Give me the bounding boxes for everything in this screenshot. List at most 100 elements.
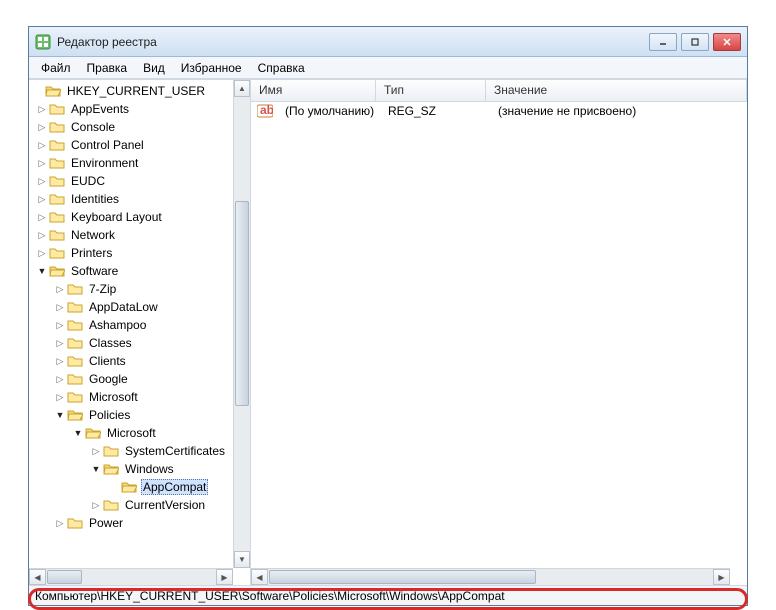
expand-icon[interactable]: ▷	[55, 302, 65, 313]
maximize-button[interactable]	[681, 33, 709, 51]
expand-icon[interactable]: ▷	[37, 194, 47, 205]
tree-label: Network	[69, 228, 117, 242]
tree-node[interactable]: ▷Identities	[29, 190, 250, 208]
scroll-down-button[interactable]: ▼	[234, 551, 250, 568]
scroll-left-button[interactable]: ◀	[251, 569, 268, 585]
menu-view[interactable]: Вид	[135, 59, 173, 77]
scroll-right-button[interactable]: ▶	[713, 569, 730, 585]
tree-node[interactable]: ▷ AppDataLow	[29, 298, 250, 316]
regedit-icon	[35, 34, 51, 50]
tree-label: SystemCertificates	[123, 444, 227, 458]
tree-label: Power	[87, 516, 125, 530]
tree-hscrollbar[interactable]: ◀ ▶	[29, 568, 233, 585]
tree-node[interactable]: ▼Software	[29, 262, 250, 280]
svg-text:ab: ab	[260, 104, 273, 117]
tree-node[interactable]: ▷Environment	[29, 154, 250, 172]
expand-icon[interactable]: ▷	[37, 140, 47, 151]
list-body[interactable]: ab (По умолчанию) REG_SZ (значение не пр…	[251, 102, 747, 585]
tree-label: Microsoft	[105, 426, 158, 440]
list-pane: Имя Тип Значение ab (По умолчанию) REG_S…	[251, 80, 747, 585]
cell-type: REG_SZ	[380, 104, 490, 118]
tree-node[interactable]: ▷ Network	[29, 226, 250, 244]
col-value[interactable]: Значение	[486, 80, 747, 101]
tree-node[interactable]: ▼Policies	[29, 406, 250, 424]
tree-pane: ▷HKEY_CURRENT_USER▷AppEvents▷Console▷Con…	[29, 80, 251, 585]
expand-icon[interactable]: ▷	[55, 518, 65, 529]
tree-vscrollbar[interactable]: ▲ ▼	[233, 80, 250, 568]
tree-node[interactable]: ▷Microsoft	[29, 388, 250, 406]
tree-node[interactable]: ▷AppCompat	[29, 478, 250, 496]
expand-icon[interactable]: ▷	[37, 230, 47, 241]
expand-icon[interactable]: ▷	[37, 122, 47, 133]
tree-node[interactable]: ▷ Control Panel	[29, 136, 250, 154]
col-type[interactable]: Тип	[376, 80, 486, 101]
tree-node[interactable]: ▷Printers	[29, 244, 250, 262]
tree-node[interactable]: ▷ Clients	[29, 352, 250, 370]
tree-node[interactable]: ▷ EUDC	[29, 172, 250, 190]
scroll-left-button[interactable]: ◀	[29, 569, 46, 585]
menu-help[interactable]: Справка	[250, 59, 313, 77]
tree-node[interactable]: ▷ Ashampoo	[29, 316, 250, 334]
tree-label: Ashampoo	[87, 318, 148, 332]
cell-name: (По умолчанию)	[277, 104, 380, 118]
tree-label: AppCompat	[141, 479, 208, 495]
tree-node[interactable]: ▷Google	[29, 370, 250, 388]
list-hscroll-thumb[interactable]	[269, 570, 536, 584]
expand-icon[interactable]: ▷	[91, 446, 101, 457]
tree-node[interactable]: ▷ Power	[29, 514, 250, 532]
tree-label: AppDataLow	[87, 300, 160, 314]
tree-node[interactable]: ▼ Microsoft	[29, 424, 250, 442]
expand-icon[interactable]: ▷	[55, 356, 65, 367]
tree-node[interactable]: ▼Windows	[29, 460, 250, 478]
regedit-window: Редактор реестра Файл Правка Вид Избранн…	[28, 26, 748, 606]
status-path: Компьютер\HKEY_CURRENT_USER\Software\Pol…	[35, 589, 505, 603]
expand-icon[interactable]: ▷	[55, 320, 65, 331]
window-buttons	[649, 33, 741, 51]
tree-label: AppEvents	[69, 102, 131, 116]
expand-icon[interactable]: ▷	[55, 338, 65, 349]
menu-favorites[interactable]: Избранное	[173, 59, 250, 77]
tree-node[interactable]: ▷Console	[29, 118, 250, 136]
menu-edit[interactable]: Правка	[79, 59, 136, 77]
titlebar[interactable]: Редактор реестра	[29, 27, 747, 57]
tree-node[interactable]: ▷ Classes	[29, 334, 250, 352]
tree-node[interactable]: ▷ Keyboard Layout	[29, 208, 250, 226]
tree-label: HKEY_CURRENT_USER	[65, 84, 207, 98]
collapse-icon[interactable]: ▼	[55, 410, 65, 420]
expand-icon[interactable]: ▷	[55, 392, 65, 403]
menu-file[interactable]: Файл	[33, 59, 79, 77]
col-name[interactable]: Имя	[251, 80, 376, 101]
tree-node[interactable]: ▷CurrentVersion	[29, 496, 250, 514]
expand-icon[interactable]: ▷	[37, 104, 47, 115]
scroll-right-button[interactable]: ▶	[216, 569, 233, 585]
expand-icon[interactable]: ▷	[37, 158, 47, 169]
tree-label: Clients	[87, 354, 128, 368]
minimize-button[interactable]	[649, 33, 677, 51]
expand-icon[interactable]: ▷	[91, 500, 101, 511]
scroll-up-button[interactable]: ▲	[234, 80, 250, 97]
close-button[interactable]	[713, 33, 741, 51]
expand-icon[interactable]: ▷	[37, 176, 47, 187]
window-title: Редактор реестра	[57, 35, 649, 49]
expand-icon[interactable]: ▷	[55, 284, 65, 295]
tree-node[interactable]: ▷HKEY_CURRENT_USER	[29, 82, 250, 100]
tree-label: Keyboard Layout	[69, 210, 164, 224]
expand-icon[interactable]: ▷	[37, 248, 47, 259]
list-row[interactable]: ab (По умолчанию) REG_SZ (значение не пр…	[251, 102, 747, 120]
tree-hscroll-thumb[interactable]	[47, 570, 82, 584]
tree-vscroll-thumb[interactable]	[235, 201, 249, 405]
cell-value: (значение не присвоено)	[490, 104, 747, 118]
expand-icon[interactable]: ▷	[37, 212, 47, 223]
tree-body[interactable]: ▷HKEY_CURRENT_USER▷AppEvents▷Console▷Con…	[29, 80, 250, 585]
tree-label: Control Panel	[69, 138, 146, 152]
collapse-icon[interactable]: ▼	[73, 428, 83, 438]
tree-label: Classes	[87, 336, 134, 350]
tree-label: EUDC	[69, 174, 107, 188]
expand-icon[interactable]: ▷	[55, 374, 65, 385]
list-hscrollbar[interactable]: ◀ ▶	[251, 568, 730, 585]
collapse-icon[interactable]: ▼	[37, 266, 47, 276]
tree-node[interactable]: ▷7-Zip	[29, 280, 250, 298]
collapse-icon[interactable]: ▼	[91, 464, 101, 474]
tree-node[interactable]: ▷ AppEvents	[29, 100, 250, 118]
tree-node[interactable]: ▷ SystemCertificates	[29, 442, 250, 460]
